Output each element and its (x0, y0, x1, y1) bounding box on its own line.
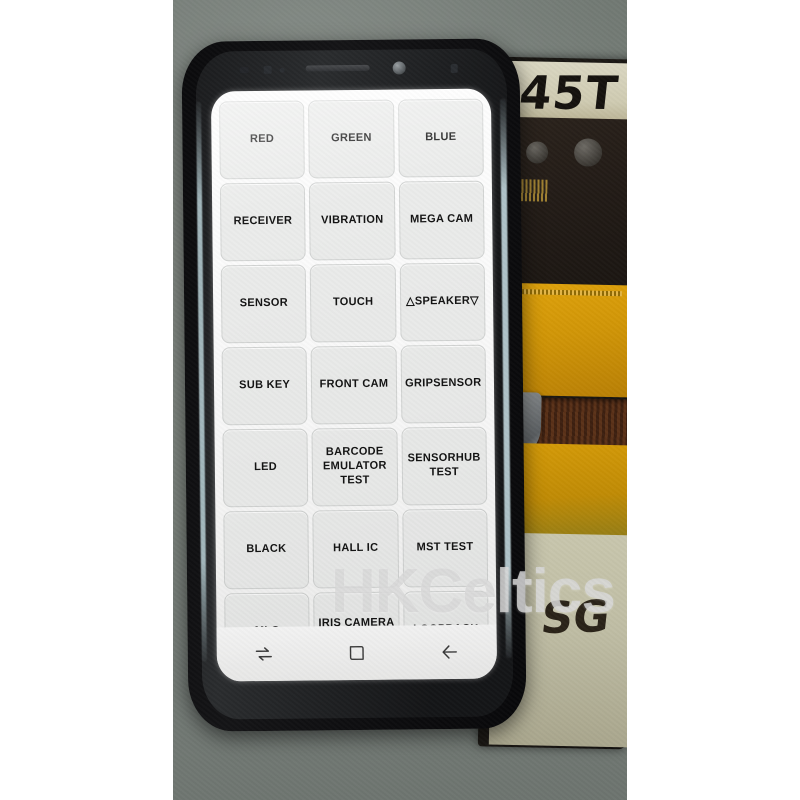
test-grid-cell-label: SUB KEY (239, 378, 291, 392)
test-grid-cell[interactable]: GRIPSENSOR (400, 344, 487, 424)
phone-screen: RED GREEN BLUE RECEIVER VIBRATION MEGA CAM SEN… (210, 88, 498, 682)
test-grid-cell-label: BLUE (425, 130, 457, 144)
photograph-area: C45T SG RED GREEN BLUE RECEIVER VIBRATIO… (173, 0, 627, 800)
earpiece-icon (305, 64, 370, 72)
test-grid-cell-label: BARCODE EMULATOR TEST (322, 445, 387, 487)
home-button[interactable] (335, 636, 379, 670)
recents-button[interactable] (241, 637, 285, 671)
front-camera-icon (392, 61, 406, 75)
test-grid-cell-label: LED (253, 460, 278, 474)
test-grid-cell[interactable]: MST TEST (401, 508, 489, 588)
test-grid-cell-label: GRIPSENSOR (405, 376, 482, 390)
home-icon (349, 645, 364, 660)
test-grid-cell[interactable]: MEGA CAM (398, 180, 485, 260)
led-indicator-icon (450, 63, 458, 73)
back-button[interactable] (428, 635, 472, 669)
test-grid-cell-label: SENSOR (239, 296, 288, 310)
test-grid-cell-label: HALL IC (332, 541, 379, 555)
smartphone: RED GREEN BLUE RECEIVER VIBRATION MEGA CAM SEN… (181, 38, 527, 732)
test-grid-cell-label: TOUCH (332, 295, 374, 309)
proximity-sensor-icon (239, 67, 249, 74)
android-navigation-bar (216, 624, 498, 682)
recents-icon (255, 647, 272, 661)
test-grid-cell-label: △SPEAKER▽ (405, 294, 479, 308)
test-grid-cell[interactable]: BLUE (397, 98, 484, 178)
test-grid-cell-label: RED (249, 132, 275, 146)
back-icon (442, 645, 458, 659)
factory-test-grid: RED GREEN BLUE RECEIVER VIBRATION MEGA CAM SEN… (219, 98, 489, 672)
test-grid-cell[interactable]: FRONT CAM (310, 345, 398, 425)
test-grid-cell[interactable]: VIBRATION (309, 181, 396, 261)
test-grid-cell-label: MST TEST (416, 540, 474, 554)
test-grid-cell-label: GREEN (331, 131, 372, 145)
test-grid-cell-label: VIBRATION (321, 213, 384, 227)
test-grid-cell[interactable]: LED (222, 428, 309, 508)
test-grid-cell[interactable]: BLACK (223, 510, 310, 590)
test-grid-cell[interactable]: SENSOR (220, 264, 307, 344)
test-grid-cell-label: FRONT CAM (319, 377, 389, 391)
test-grid-cell[interactable]: △SPEAKER▽ (399, 262, 486, 342)
light-sensor-icon (279, 67, 285, 73)
handwritten-code-bottom: SG (538, 591, 613, 645)
test-grid-cell[interactable]: SUB KEY (221, 346, 308, 426)
screenshot-canvas: C45T SG RED GREEN BLUE RECEIVER VIBRATIO… (0, 0, 800, 800)
test-grid-cell[interactable]: TOUCH (310, 263, 397, 343)
test-grid-cell[interactable]: SENSORHUB TEST (401, 426, 488, 506)
iris-scanner-icon (263, 65, 272, 74)
pcb-hole-large (573, 138, 603, 167)
test-grid-cell[interactable]: BARCODE EMULATOR TEST (311, 427, 398, 507)
test-grid-cell[interactable]: RED (219, 100, 306, 180)
pcb-hole-small (525, 141, 549, 164)
test-grid-cell-label: BLACK (246, 542, 287, 556)
test-grid-cell[interactable]: RECEIVER (219, 182, 307, 262)
test-grid-cell[interactable]: HALL IC (312, 509, 399, 589)
test-grid-cell[interactable]: GREEN (308, 99, 395, 179)
test-grid-cell-label: SENSORHUB TEST (407, 451, 481, 479)
test-grid-cell-label: MEGA CAM (409, 212, 474, 226)
test-grid-cell-label: RECEIVER (233, 214, 293, 228)
